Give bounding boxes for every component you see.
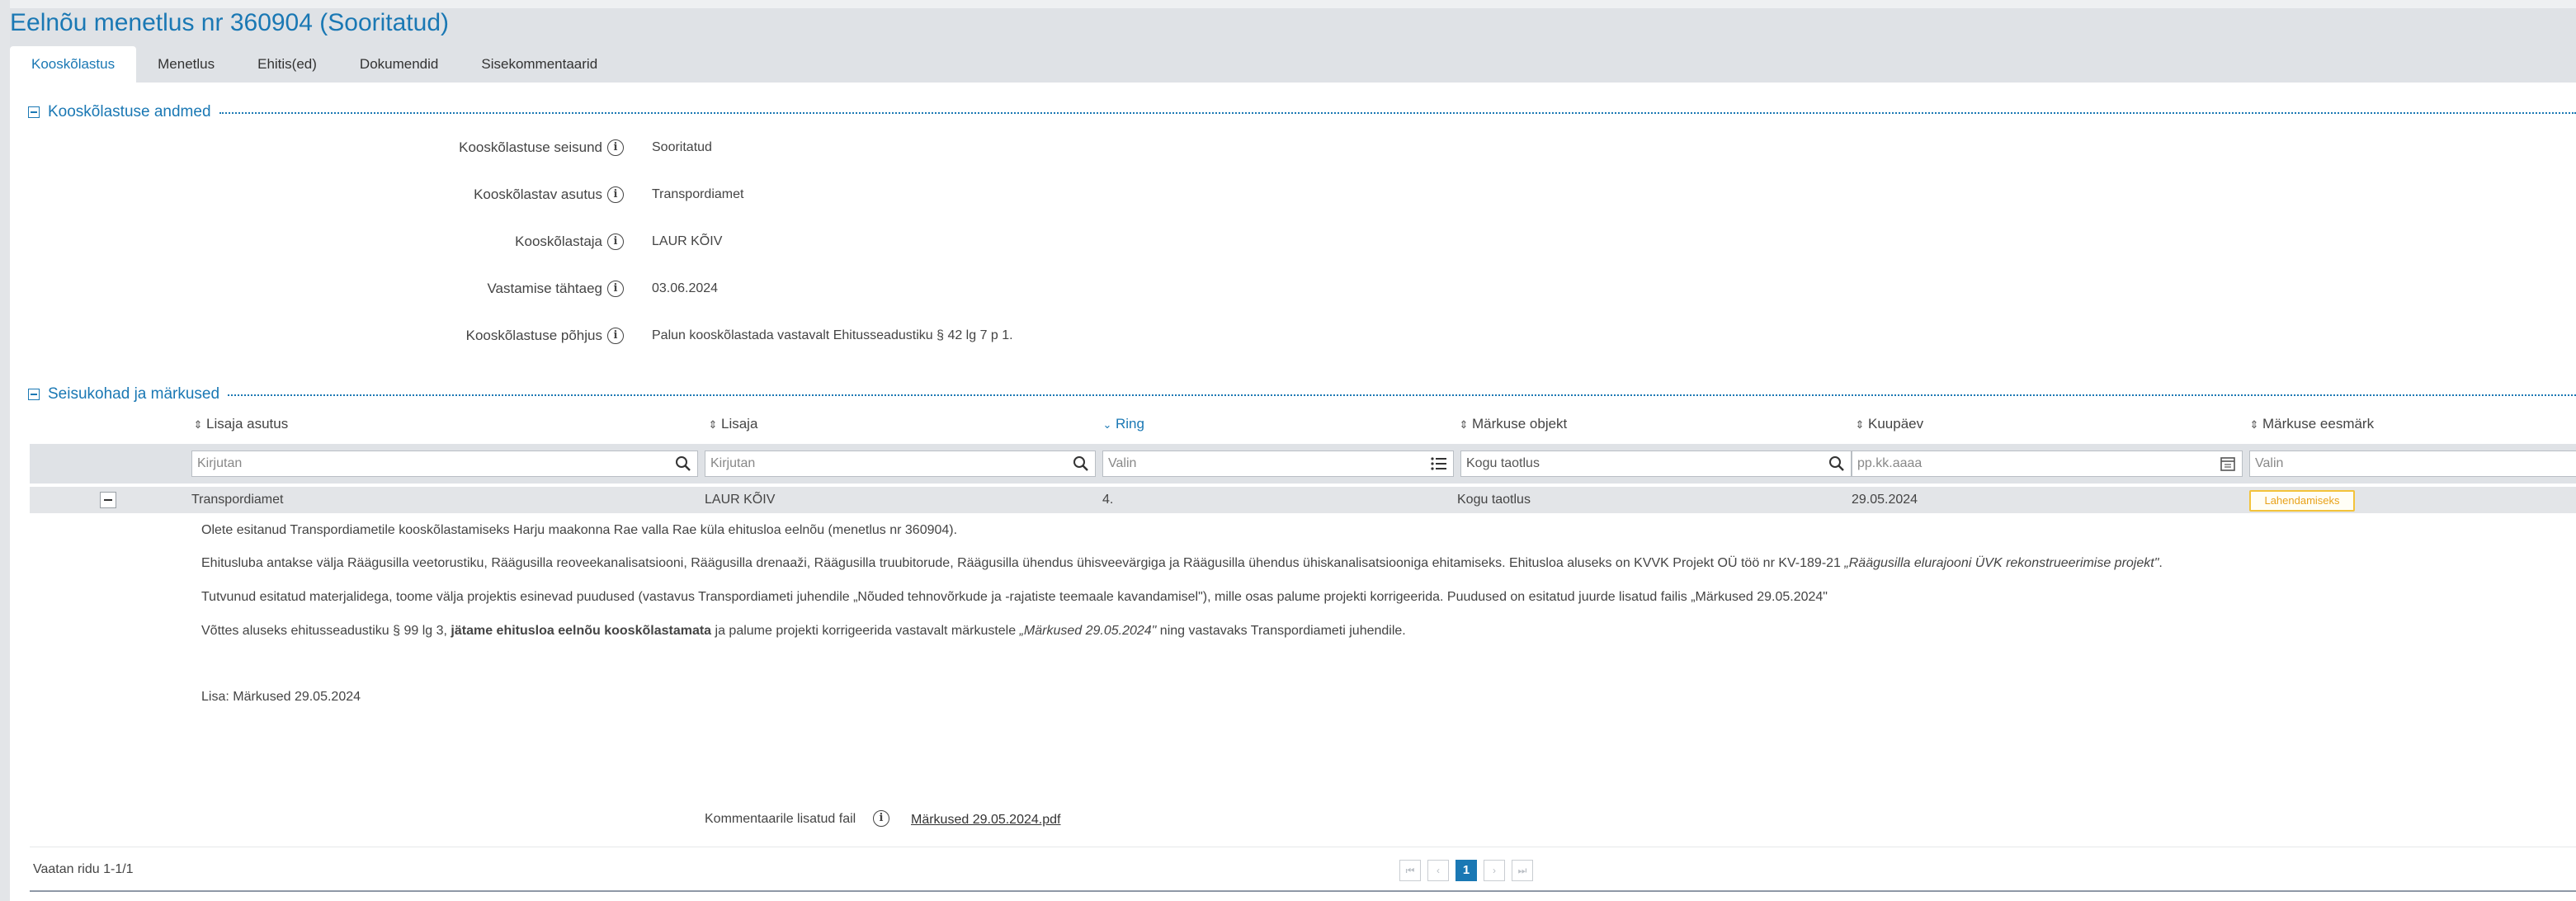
field-value: Sooritatud — [652, 140, 712, 154]
search-icon[interactable] — [674, 455, 692, 472]
tab-kooskolastus[interactable]: Kooskõlastus — [10, 46, 137, 83]
info-icon[interactable]: i — [607, 186, 624, 203]
page-1-button[interactable]: 1 — [1455, 860, 1477, 881]
pagination: ⏮ ‹ 1 › ⏭ — [1399, 860, 1540, 881]
filter-bar: Kirjutan Kirjutan Valin Kogu taotlus pp.… — [30, 444, 2576, 484]
field-label: Kooskõlastaja — [515, 234, 602, 249]
tab-menetlus[interactable]: Menetlus — [136, 46, 236, 83]
attachment-label: Kommentaarile lisatud fail — [705, 812, 856, 826]
column-header-lisaja[interactable]: ⇕ Lisaja — [708, 414, 758, 434]
attachment-link[interactable]: Märkused 29.05.2024.pdf — [911, 812, 1060, 828]
column-header-markuse-eesmark[interactable]: ⇕ Märkuse eesmärk — [2249, 414, 2375, 434]
comment-paragraph: Tutvunud esitatud materjalidega, toome v… — [201, 590, 1828, 604]
section-kooskolastuse-andmed: Kooskõlastuse andmed — [28, 102, 2576, 122]
field-label: Kooskõlastuse seisund — [459, 139, 602, 155]
section-title: Kooskõlastuse andmed — [48, 103, 211, 120]
section-divider — [228, 394, 2576, 396]
search-icon[interactable] — [1072, 455, 1090, 472]
cell-lisaja-asutus: Transpordiamet — [191, 493, 284, 507]
filter-kuupaev-input[interactable]: pp.kk.aaaa — [1852, 450, 2243, 477]
comment-paragraph: Lisa: Märkused 29.05.2024 — [201, 690, 361, 704]
sort-icon: ⇕ — [708, 418, 718, 431]
collapse-toggle[interactable] — [28, 106, 40, 118]
field-row-seisund: Kooskõlastuse seisund i Sooritatud — [0, 135, 1155, 160]
footer-line — [30, 890, 2576, 892]
filter-lisaja-asutus-input[interactable]: Kirjutan — [191, 450, 698, 477]
section-divider — [219, 112, 2576, 114]
field-label: Kooskõlastuse põhjus — [465, 328, 602, 343]
sort-icon: ⇕ — [2249, 418, 2259, 431]
filter-lisaja-input[interactable]: Kirjutan — [705, 450, 1096, 477]
collapse-row-button[interactable] — [100, 492, 116, 508]
comment-paragraph: Võttes aluseks ehitusseadustiku § 99 lg … — [201, 624, 1406, 638]
search-icon[interactable] — [1828, 455, 1846, 472]
calendar-icon[interactable] — [2219, 455, 2237, 472]
info-icon[interactable]: i — [607, 328, 624, 344]
field-value: LAUR KÕIV — [652, 234, 723, 248]
column-header-lisaja-asutus[interactable]: ⇕ Lisaja asutus — [193, 414, 289, 434]
field-value: Palun kooskõlastada vastavalt Ehitussead… — [652, 328, 1013, 342]
first-page-button[interactable]: ⏮ — [1399, 860, 1421, 881]
column-header-markuse-objekt[interactable]: ⇕ Märkuse objekt — [1459, 414, 1568, 434]
cell-ring: 4. — [1102, 493, 1114, 507]
cell-lisaja: LAUR KÕIV — [705, 493, 776, 507]
info-icon[interactable]: i — [607, 234, 624, 250]
last-page-button[interactable]: ⏭ — [1512, 860, 1533, 881]
info-icon[interactable]: i — [607, 281, 624, 297]
field-value: 03.06.2024 — [652, 281, 719, 295]
top-strip — [0, 0, 2576, 8]
section-title: Seisukohad ja märkused — [48, 385, 220, 403]
cell-kuupaev: 29.05.2024 — [1852, 493, 1918, 507]
field-label: Kooskõlastav asutus — [474, 186, 602, 202]
sort-icon: ⇕ — [1855, 418, 1865, 431]
column-header-kuupaev[interactable]: ⇕ Kuupäev — [1855, 414, 1924, 434]
cell-markuse-objekt: Kogu taotlus — [1457, 493, 1531, 507]
next-page-button[interactable]: › — [1484, 860, 1505, 881]
tab-sisekommentaarid[interactable]: Sisekommentaarid — [460, 46, 619, 83]
comment-paragraph: Ehitusluba antakse välja Räägusilla veet… — [201, 556, 2163, 570]
sort-icon: ⇕ — [193, 418, 203, 431]
chevron-down-icon: ⌄ — [1102, 418, 1112, 431]
sort-icon: ⇕ — [1459, 418, 1469, 431]
filter-markuse-eesmark-select[interactable]: Valin — [2249, 450, 2576, 477]
list-icon[interactable] — [1430, 455, 1448, 472]
column-header-ring[interactable]: ⌄ Ring — [1102, 414, 1144, 434]
info-icon[interactable]: i — [607, 139, 624, 156]
rows-count: Vaatan ridu 1-1/1 — [33, 862, 134, 876]
field-label: Vastamise tähtaeg — [487, 281, 602, 296]
field-row-pohjus: Kooskõlastuse põhjus i Palun kooskõlasta… — [0, 323, 1155, 348]
comment-paragraph: Olete esitanud Transpordiametile kooskõl… — [201, 523, 958, 537]
page-title: Eelnõu menetlus nr 360904 (Sooritatud) — [10, 9, 450, 36]
filter-ring-select[interactable]: Valin — [1102, 450, 1454, 477]
section-seisukohad: Seisukohad ja märkused — [28, 384, 2576, 404]
field-row-kooskolastaja: Kooskõlastaja i LAUR KÕIV — [0, 229, 1155, 254]
field-row-asutus: Kooskõlastav asutus i Transpordiamet — [0, 182, 1155, 207]
filter-markuse-objekt-input[interactable]: Kogu taotlus — [1460, 450, 1852, 477]
page-header: Eelnõu menetlus nr 360904 (Sooritatud) K… — [10, 8, 2576, 83]
prev-page-button[interactable]: ‹ — [1427, 860, 1449, 881]
field-value: Transpordiamet — [652, 187, 744, 201]
collapse-toggle[interactable] — [28, 389, 40, 400]
tab-ehitised[interactable]: Ehitis(ed) — [236, 46, 338, 83]
field-row-tahtaeg: Vastamise tähtaeg i 03.06.2024 — [0, 276, 1155, 301]
info-icon[interactable]: i — [873, 810, 889, 827]
status-badge: Lahendamiseks — [2249, 490, 2355, 512]
table-row[interactable]: Transpordiamet LAUR KÕIV 4. Kogu taotlus… — [30, 487, 2576, 513]
tab-bar: Kooskõlastus Menetlus Ehitis(ed) Dokumen… — [10, 46, 619, 83]
tab-dokumendid[interactable]: Dokumendid — [338, 46, 460, 83]
